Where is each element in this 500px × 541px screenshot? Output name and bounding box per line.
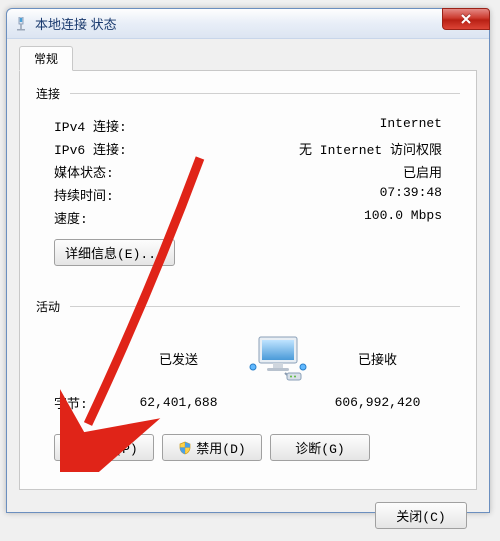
bytes-sent: 62,401,688 — [114, 395, 243, 410]
close-dialog-button[interactable]: 关闭(C) — [375, 502, 467, 529]
details-button[interactable]: 详细信息(E)... — [54, 239, 175, 266]
window-title: 本地连接 状态 — [35, 14, 117, 33]
action-buttons: 属性(P) 禁用(D) — [54, 434, 460, 461]
label: 媒体状态: — [54, 162, 114, 181]
divider — [70, 93, 460, 94]
sent-label: 已发送 — [114, 349, 243, 368]
value: Internet — [380, 116, 442, 135]
close-button[interactable] — [442, 8, 490, 30]
activity-group-title: 活动 — [36, 298, 460, 319]
row-ipv4: IPv4 连接: Internet — [36, 114, 460, 137]
button-label: 诊断(G) — [295, 438, 344, 457]
label: 持续时间: — [54, 185, 114, 204]
button-label: 禁用(D) — [196, 438, 245, 457]
titlebar[interactable]: 本地连接 状态 — [7, 9, 489, 39]
row-speed: 速度: 100.0 Mbps — [36, 206, 460, 229]
connection-group: 连接 IPv4 连接: Internet IPv6 连接: 无 Internet… — [36, 85, 460, 276]
close-icon — [460, 14, 472, 24]
value: 100.0 Mbps — [364, 208, 442, 227]
bytes-label: 字节: — [54, 393, 114, 412]
monitor-icon — [243, 333, 313, 383]
received-label: 已接收 — [313, 349, 442, 368]
tab-panel: 连接 IPv4 连接: Internet IPv6 连接: 无 Internet… — [19, 70, 477, 490]
network-icon — [13, 16, 29, 32]
divider — [70, 306, 460, 307]
connection-group-title: 连接 — [36, 85, 460, 106]
value: 无 Internet 访问权限 — [299, 139, 442, 158]
activity-group: 活动 已发送 — [36, 298, 460, 461]
label: IPv4 连接: — [54, 116, 127, 135]
button-label: 属性(P) — [88, 438, 137, 457]
shield-icon — [70, 441, 84, 455]
activity-header: 已发送 — [36, 327, 460, 387]
window: 本地连接 状态 常规 连接 IPv4 连接: Internet IPv6 连接: — [6, 8, 490, 513]
label: 速度: — [54, 208, 88, 227]
tab-general[interactable]: 常规 — [19, 46, 73, 71]
value: 07:39:48 — [380, 185, 442, 204]
disable-button[interactable]: 禁用(D) — [162, 434, 262, 461]
row-ipv6: IPv6 连接: 无 Internet 访问权限 — [36, 137, 460, 160]
tab-bar: 常规 — [19, 47, 477, 71]
row-media-state: 媒体状态: 已启用 — [36, 160, 460, 183]
label: IPv6 连接: — [54, 139, 127, 158]
dialog-body: 常规 连接 IPv4 连接: Internet IPv6 连接: 无 Inter… — [7, 39, 489, 541]
footer: 关闭(C) — [19, 490, 477, 529]
value: 已启用 — [403, 162, 442, 181]
activity-bytes: 字节: 62,401,688 606,992,420 — [36, 387, 460, 416]
bytes-received: 606,992,420 — [313, 395, 442, 410]
row-duration: 持续时间: 07:39:48 — [36, 183, 460, 206]
diagnose-button[interactable]: 诊断(G) — [270, 434, 370, 461]
properties-button[interactable]: 属性(P) — [54, 434, 154, 461]
shield-icon — [178, 441, 192, 455]
